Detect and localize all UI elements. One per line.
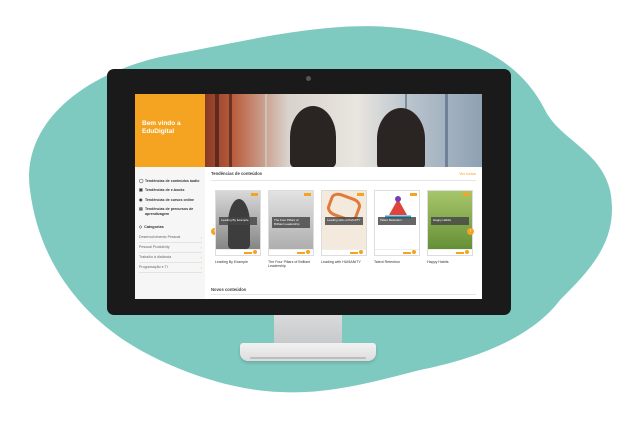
category-label: Trabalho à distância [139, 255, 172, 260]
hero-image [205, 94, 482, 167]
card-footer [322, 249, 366, 255]
audio-icon [359, 250, 363, 254]
sidebar-item-label: Tendências de percursos de aprendizagem [145, 207, 194, 216]
content-carousel: ‹ Leading By Example Leading By Example … [211, 181, 476, 269]
hero-person-left [290, 106, 336, 167]
sidebar: ◯ Tendências de conteúdos áudio ▣ Tendên… [135, 167, 205, 299]
chevron-right-icon: › [200, 265, 202, 271]
card-thumbnail: Leading By Example [215, 190, 261, 256]
content-card[interactable]: Leading By Example Leading By Example [215, 190, 261, 269]
tag-icon: ◇ [139, 224, 143, 230]
main-content: Tendências de conteúdos Ver todos ‹ Lead… [205, 167, 482, 299]
categories-label: Categorias [144, 224, 164, 229]
card-title: Happy Habits [427, 260, 449, 264]
audio-icon [253, 250, 257, 254]
card-overlay-title: Leading By Example [219, 217, 257, 225]
content-card[interactable]: Talent Retention Talent Retention [374, 190, 420, 269]
monitor-base-edge [250, 357, 366, 359]
hero-person-right [377, 108, 425, 167]
card-footer [375, 249, 419, 255]
chevron-right-icon: › [200, 245, 202, 251]
card-footer [428, 249, 472, 255]
sidebar-item-label: Tendências de cursos online [145, 197, 195, 202]
card-thumbnail: Talent Retention [374, 190, 420, 256]
new-content-header: Novos conteúdos [211, 285, 476, 295]
chevron-right-icon: › [200, 235, 202, 241]
trending-section-title: Tendências de conteúdos [211, 171, 263, 176]
see-all-link[interactable]: Ver todos [459, 171, 476, 176]
card-thumbnail: Leading with HUMANITY [321, 190, 367, 256]
card-tag [463, 193, 470, 196]
category-label: Pessoal Produtivity [139, 245, 170, 250]
welcome-line-1: Bem vindo a [142, 120, 181, 127]
category-item[interactable]: Trabalho à distância › [139, 253, 202, 264]
sidebar-item-label: Tendências de e-books [145, 188, 185, 193]
camera-icon [306, 76, 311, 81]
card-thumbnail: The Four Pillars of Brilliant Leadership [268, 190, 314, 256]
monitor: Bem vindo a EduDigital ◯ Tendências de c… [107, 69, 511, 315]
card-overlay-title: Leading with HUMANITY [325, 217, 363, 225]
sidebar-item-audio[interactable]: ◯ Tendências de conteúdos áudio [139, 178, 202, 184]
card-footer [216, 249, 260, 255]
category-item[interactable]: Programação e TI › [139, 263, 202, 274]
monitor-neck [274, 315, 342, 343]
category-item[interactable]: Pessoal Produtivity › [139, 243, 202, 254]
card-tag [304, 193, 311, 196]
card-title: Leading By Example [215, 260, 248, 264]
audio-icon [306, 250, 310, 254]
sidebar-item-courses[interactable]: ◉ Tendências de cursos online [139, 196, 202, 202]
card-title: The Four Pillars of Brilliant Leadership [268, 260, 311, 269]
audio-icon [465, 250, 469, 254]
category-label: Programação e TI [139, 265, 168, 270]
location-icon: ◉ [139, 196, 143, 202]
category-label: Desenvolvimento Pessoal [139, 235, 181, 240]
screen: Bem vindo a EduDigital ◯ Tendências de c… [135, 94, 482, 299]
book-icon: ▣ [139, 187, 143, 193]
card-title: Talent Retention [374, 260, 400, 264]
categories-title: ◇ Categorias [139, 224, 202, 229]
content-card[interactable]: Happy Habits Happy Habits [427, 190, 473, 269]
sidebar-item-label: Tendências de conteúdos áudio [145, 179, 200, 183]
card-tag [357, 193, 364, 196]
card-title: Leading with HUMANITY [321, 260, 361, 264]
chevron-right-icon: › [200, 255, 202, 261]
card-overlay-title: Talent Retention [378, 217, 416, 225]
content-card[interactable]: Leading with HUMANITY Leading with HUMAN… [321, 190, 367, 269]
card-thumbnail: Happy Habits [427, 190, 473, 256]
welcome-banner: Bem vindo a EduDigital [135, 94, 205, 167]
sidebar-item-paths[interactable]: ▤ Tendências de percursos de aprendizage… [139, 207, 202, 216]
headphones-icon: ◯ [139, 178, 144, 183]
carousel-next-button[interactable]: › [467, 228, 474, 235]
card-overlay-title: Happy Habits [431, 217, 469, 225]
content-card[interactable]: The Four Pillars of Brilliant Leadership… [268, 190, 314, 269]
welcome-line-2: EduDigital [142, 128, 175, 135]
card-footer [269, 249, 313, 255]
learning-path-icon: ▤ [139, 206, 143, 212]
card-overlay-title: The Four Pillars of Brilliant Leadership [272, 217, 310, 229]
category-item[interactable]: Desenvolvimento Pessoal › [139, 233, 202, 244]
sidebar-item-ebooks[interactable]: ▣ Tendências de e-books [139, 187, 202, 193]
audio-icon [412, 250, 416, 254]
card-tag [251, 193, 258, 196]
card-tag [410, 193, 417, 196]
trending-section-header: Tendências de conteúdos Ver todos [211, 167, 476, 181]
